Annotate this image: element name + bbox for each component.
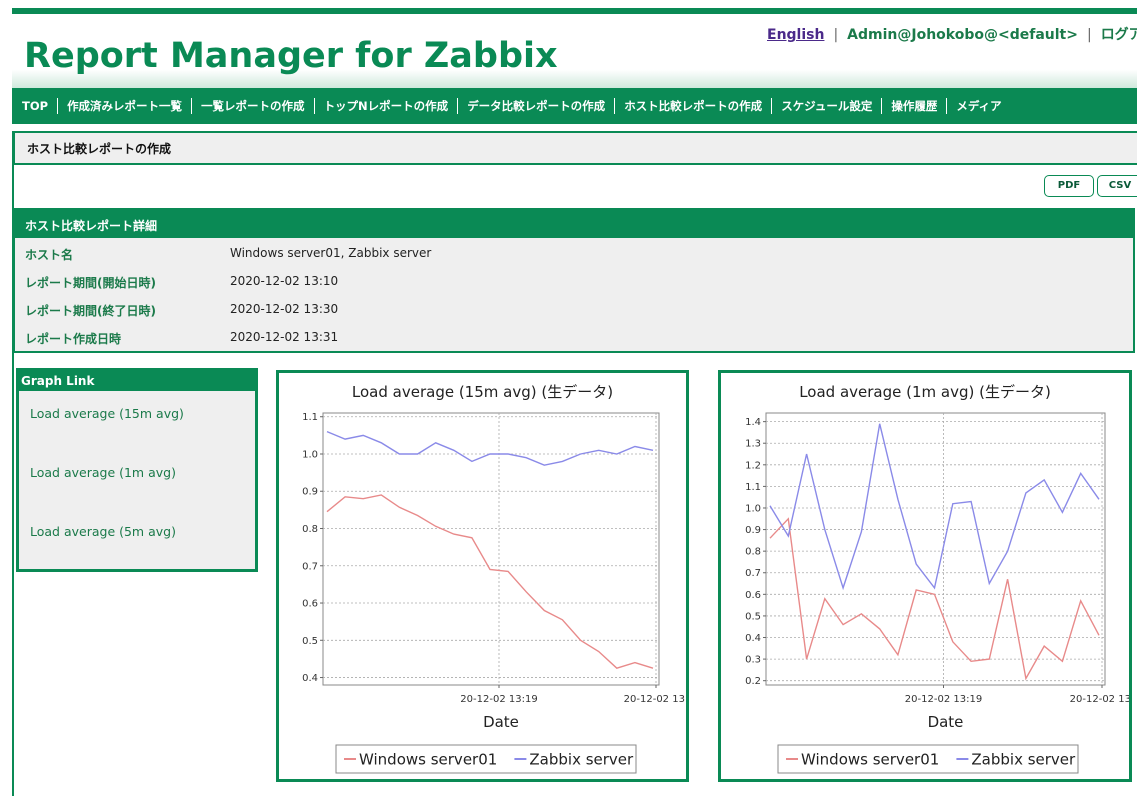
header-separator: | <box>1086 27 1092 43</box>
y-tick-label: 1.0 <box>302 449 318 460</box>
header-links: English | Admin@Johokobo@<default> | ログアウト <box>767 24 1137 44</box>
y-tick-label: 0.5 <box>745 611 761 622</box>
y-tick-label: 1.1 <box>745 482 761 493</box>
chart-1m-panel: Load average (1m avg) (生データ) 0.2 0.3 0.4 0.5… <box>718 370 1134 782</box>
y-tick-label: 0.9 <box>745 525 761 536</box>
y-tick-label: 1.4 <box>745 417 761 428</box>
header-separator: | <box>833 27 839 43</box>
legend-label: Zabbix server <box>529 751 634 769</box>
y-tick-label: 1.0 <box>745 503 761 514</box>
graph-link-header: Graph Link <box>19 371 255 391</box>
chart-title: Load average (1m avg) (生データ) <box>799 383 1051 401</box>
nav-label[interactable]: メディア <box>956 98 1001 114</box>
nav-item-history[interactable]: 操作履歴 <box>891 98 956 114</box>
nav-item-schedule[interactable]: スケジュール設定 <box>781 98 891 114</box>
nav-separator <box>771 98 773 114</box>
x-tick-label: 20-12-02 13:19 <box>460 694 537 705</box>
nav-label[interactable]: ホスト比較レポートの作成 <box>624 98 762 114</box>
detail-label: レポート期間(開始日時) <box>25 276 156 290</box>
x-tick-label: 20-12-02 13: <box>1070 694 1129 705</box>
nav-item-host-compare-report[interactable]: ホスト比較レポートの作成 <box>624 98 781 114</box>
detail-label: レポート作成日時 <box>25 332 122 346</box>
graph-link-1m[interactable]: Load average (1m avg) <box>30 465 176 480</box>
report-detail-header: ホスト比較レポート詳細 <box>15 210 1133 238</box>
nav-item-data-compare-report[interactable]: データ比較レポートの作成 <box>467 98 624 114</box>
legend-label: Zabbix server <box>971 751 1076 769</box>
x-axis-label: Date <box>928 713 964 731</box>
chart-15m-panel: Load average (15m avg) (生データ) 0.4 0.5 0.6 0.… <box>276 370 689 782</box>
plot-area <box>765 412 1106 686</box>
chart-title: Load average (15m avg) (生データ) <box>352 383 613 401</box>
detail-label: レポート期間(終了日時) <box>25 304 156 318</box>
app-logo[interactable]: Report Manager for Zabbix <box>24 36 558 76</box>
y-tick-label: 0.6 <box>745 590 761 601</box>
x-tick-label: 20-12-02 13: <box>624 694 686 705</box>
y-tick-label: 0.6 <box>302 599 318 610</box>
y-tick-label: 0.5 <box>302 636 318 647</box>
nav-item-top[interactable]: TOP <box>22 98 67 114</box>
csv-button[interactable]: CSV <box>1097 175 1137 197</box>
chart-1m: Load average (1m avg) (生データ) 0.2 0.3 0.4 0.5… <box>745 383 1134 774</box>
detail-value: 2020-12-02 13:10 <box>230 274 339 288</box>
nav-label[interactable]: TOP <box>22 99 48 113</box>
chart-15m: Load average (15m avg) (生データ) 0.4 0.5 0.6 0.… <box>302 383 688 774</box>
main-nav: TOP 作成済みレポート一覧 一覧レポートの作成 トップNレポートの作成 データ… <box>12 88 1137 124</box>
y-tick-label: 0.4 <box>302 673 318 684</box>
nav-item-list-report[interactable]: 一覧レポートの作成 <box>201 98 324 114</box>
y-tick-label: 0.4 <box>745 633 761 644</box>
nav-separator <box>313 98 315 114</box>
legend-label: Windows server01 <box>801 751 939 769</box>
y-tick-label: 0.9 <box>302 487 318 498</box>
graph-link-5m[interactable]: Load average (5m avg) <box>30 524 176 539</box>
nav-item-topn-report[interactable]: トップNレポートの作成 <box>324 98 468 114</box>
report-detail-panel: ホスト比較レポート詳細 ホスト名 Windows server01, Zabbi… <box>12 208 1135 353</box>
detail-value: Windows server01, Zabbix server <box>230 246 432 260</box>
report-detail-title: ホスト比較レポート詳細 <box>25 219 158 233</box>
logout-link[interactable]: ログアウト <box>1101 27 1137 43</box>
y-tick-label: 0.8 <box>302 524 318 535</box>
nav-item-created-reports[interactable]: 作成済みレポート一覧 <box>67 98 201 114</box>
nav-label[interactable]: スケジュール設定 <box>781 98 872 114</box>
y-tick-label: 1.2 <box>745 460 761 471</box>
y-tick-label: 0.8 <box>745 547 761 558</box>
y-tick-label: 0.3 <box>745 655 761 666</box>
pdf-button[interactable]: PDF <box>1044 175 1094 197</box>
nav-separator <box>881 98 883 114</box>
nav-separator <box>57 98 59 114</box>
page-title-bar: ホスト比較レポートの作成 <box>12 131 1137 165</box>
nav-label[interactable]: 作成済みレポート一覧 <box>67 98 182 114</box>
nav-label[interactable]: データ比較レポートの作成 <box>467 98 605 114</box>
x-axis-label: Date <box>483 713 519 731</box>
nav-separator <box>614 98 616 114</box>
y-tick-label: 0.7 <box>302 561 318 572</box>
nav-separator <box>946 98 948 114</box>
nav-label[interactable]: 一覧レポートの作成 <box>201 98 305 114</box>
english-link[interactable]: English <box>767 27 824 43</box>
x-tick-label: 20-12-02 13:19 <box>905 694 982 705</box>
page-title: ホスト比較レポートの作成 <box>27 142 172 156</box>
nav-label[interactable]: トップNレポートの作成 <box>324 98 449 114</box>
y-tick-label: 0.7 <box>745 568 761 579</box>
nav-item-media[interactable]: メディア <box>956 98 1001 114</box>
y-tick-label: 1.1 <box>302 412 318 423</box>
detail-value: 2020-12-02 13:31 <box>230 330 339 344</box>
nav-separator <box>191 98 193 114</box>
graph-link-panel: Graph Link Load average (15m avg) Load a… <box>16 368 258 572</box>
y-tick-label: 0.2 <box>745 676 761 687</box>
nav-separator <box>457 98 459 114</box>
graph-link-15m[interactable]: Load average (15m avg) <box>30 406 184 421</box>
detail-label: ホスト名 <box>25 248 74 262</box>
user-account: Admin@Johokobo@<default> <box>847 27 1078 43</box>
y-tick-label: 1.3 <box>745 439 761 450</box>
detail-value: 2020-12-02 13:30 <box>230 302 339 316</box>
graph-link-title: Graph Link <box>21 374 95 388</box>
nav-label[interactable]: 操作履歴 <box>891 98 937 114</box>
legend-label: Windows server01 <box>359 751 497 769</box>
